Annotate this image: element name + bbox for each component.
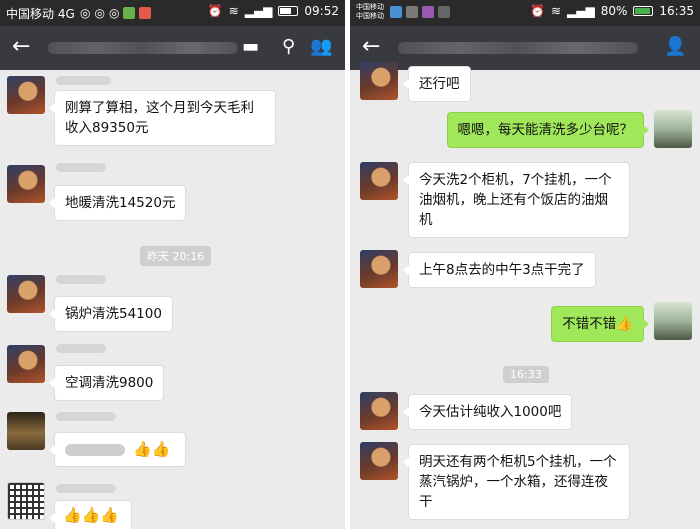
message-bubble[interactable]: 地暖清洗14520元 (48, 185, 187, 221)
sender-name-blurred (56, 412, 116, 421)
message-list: 还行吧 嗯嗯，每天能清洗多少台呢？ 今天洗2个柜机，7个挂机，一个油烟机，晚上还… (350, 62, 700, 529)
chat-header: ← ▬ ⚲ 👥 (0, 26, 345, 70)
status-bar: 中国移动 中国移动 ⏰ ≋ ▂▄▆ 80% 16:35 (350, 0, 700, 26)
battery-icon (278, 6, 299, 16)
battery-icon (633, 6, 654, 16)
timestamp: 昨天 20:16 (140, 246, 212, 266)
avatar[interactable] (360, 62, 398, 100)
left-chat-screen: 中国移动 4G ◎ ◎ ◎ ⏰ ≋ ▂▄▆ 09:52 ← ▬ ⚲ 👥 刚算了算… (0, 0, 345, 529)
clock: 09:52 (304, 4, 339, 18)
blurred-chat-title (398, 42, 638, 54)
blurred-content (65, 444, 125, 456)
message-bubble[interactable]: 空调清洗9800 (48, 365, 165, 401)
carrier-line-1: 中国移动 (356, 3, 384, 11)
message-bubble[interactable]: 👍👍👍 (49, 500, 132, 529)
back-arrow-icon[interactable]: ← (12, 34, 30, 60)
message-bubble[interactable]: 锅炉清洗54100 (49, 296, 173, 332)
alarm-icon: ⏰ (530, 4, 545, 18)
notification-icon: ◎ (94, 6, 105, 20)
self-avatar[interactable] (654, 302, 692, 340)
sender-name-blurred (56, 163, 106, 172)
signal-icon: ▂▄▆ (567, 4, 595, 18)
carrier-line-2: 中国移动 (356, 12, 384, 20)
status-right: ⏰ ≋ ▂▄▆ 09:52 (208, 4, 339, 18)
notification-icons (390, 6, 450, 18)
notification-icon: ◎ (80, 6, 91, 20)
notification-icon: ◎ (108, 6, 120, 20)
self-avatar[interactable] (654, 110, 692, 148)
avatar[interactable] (7, 165, 45, 203)
pin-icon[interactable]: ⚲ (282, 35, 295, 59)
avatar[interactable] (7, 76, 45, 114)
timestamp: 16:33 (503, 366, 549, 383)
app-notification-icon (438, 6, 450, 18)
thumbs-up-emoji: 👍👍👍 (63, 506, 120, 524)
avatar[interactable] (7, 345, 45, 383)
message-bubble[interactable]: 上午8点去的中午3点干完了 (403, 252, 596, 288)
sender-name-blurred (56, 275, 106, 284)
wifi-icon: ≋ (228, 4, 239, 18)
carrier-label: 中国移动 中国移动 (356, 3, 384, 21)
message-bubble-outgoing[interactable]: 嗯嗯，每天能清洗多少台呢？ (446, 112, 649, 148)
app-notification-icon (406, 6, 418, 18)
message-list: 刚算了算相，这个月到今天毛利收入89350元 地暖清洗14520元 昨天 20:… (0, 70, 345, 529)
app-notification-icon (422, 6, 434, 18)
battery-percent: 80% (600, 4, 628, 18)
message-bubble[interactable]: 明天还有两个柜机5个挂机，一个蒸汽锅炉，一个水箱，还得连夜干 (403, 444, 630, 520)
sender-name-blurred (56, 344, 106, 353)
app-notification-icon (390, 6, 402, 18)
avatar[interactable] (7, 412, 45, 450)
chat-icon[interactable]: ▬ (242, 35, 259, 59)
sender-name-blurred (56, 76, 111, 85)
message-bubble[interactable]: 刚算了算相，这个月到今天毛利收入89350元 (49, 90, 276, 146)
app-notification-icon (139, 7, 152, 19)
user-profile-icon[interactable]: 👤 (664, 35, 686, 59)
message-bubble[interactable]: 👍👍 (49, 432, 186, 467)
message-bubble-outgoing[interactable]: 不错不错👍 (551, 306, 649, 342)
wifi-icon: ≋ (550, 4, 562, 18)
clock: 16:35 (659, 4, 694, 18)
avatar[interactable] (7, 275, 45, 313)
avatar[interactable] (360, 250, 398, 288)
avatar[interactable] (360, 442, 398, 480)
sender-name-blurred (56, 484, 116, 493)
message-bubble[interactable]: 还行吧 (403, 66, 471, 102)
back-arrow-icon[interactable]: ← (362, 34, 380, 60)
chat-header: ← 👤 (350, 26, 700, 70)
app-notification-icon (123, 7, 136, 19)
avatar[interactable] (360, 162, 398, 200)
status-bar: 中国移动 4G ◎ ◎ ◎ ⏰ ≋ ▂▄▆ 09:52 (0, 0, 345, 26)
qr-avatar[interactable] (7, 482, 45, 520)
message-bubble[interactable]: 今天估计纯收入1000吧 (402, 394, 573, 430)
group-members-icon[interactable]: 👥 (310, 35, 332, 59)
carrier-label: 中国移动 4G (6, 7, 75, 21)
avatar[interactable] (360, 392, 398, 430)
status-right: ⏰ ≋ ▂▄▆ 80% 16:35 (530, 4, 694, 18)
alarm-icon: ⏰ (207, 4, 223, 18)
thumbs-up-emoji: 👍👍 (133, 440, 171, 458)
signal-icon: ▂▄▆ (244, 4, 273, 18)
right-chat-screen: 中国移动 中国移动 ⏰ ≋ ▂▄▆ 80% 16:35 ← 👤 还行吧 嗯嗯，每天… (350, 0, 700, 529)
notification-icons: ◎ ◎ ◎ (80, 6, 152, 20)
blurred-chat-title (48, 42, 238, 54)
message-bubble[interactable]: 今天洗2个柜机，7个挂机，一个油烟机，晚上还有个饭店的油烟机 (403, 162, 630, 238)
